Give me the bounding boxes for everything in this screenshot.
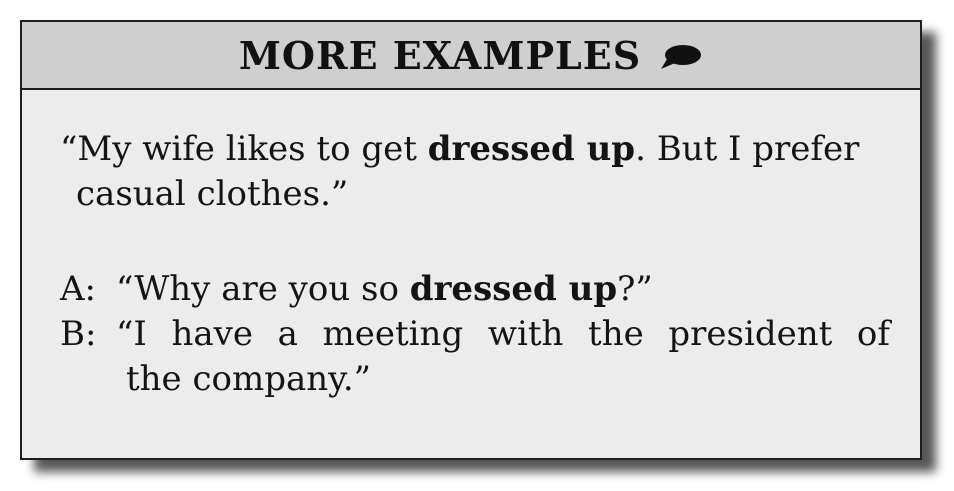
speaker-a-text-before: “Why are you so	[116, 269, 410, 309]
card-title: MORE EXAMPLES	[238, 32, 642, 78]
example-sentence: “My wife likes to get dressed up. But I …	[60, 127, 890, 217]
dialog-line-a: A: “Why are you so dressed up?”	[60, 267, 890, 312]
card-header: MORE EXAMPLES	[22, 22, 920, 90]
example-highlight: dressed up	[427, 129, 636, 169]
page: MORE EXAMPLES “My wife likes to get dres…	[0, 0, 954, 491]
speaker-a-text: “Why are you so dressed up?”	[116, 267, 890, 312]
example-line-1: “My wife likes to get dressed up. But I …	[60, 127, 890, 172]
speaker-a-highlight: dressed up	[409, 269, 618, 309]
speaker-a-text-after: ?”	[617, 269, 653, 309]
example-text-after: . But I prefer	[635, 129, 860, 169]
speaker-b-continuation: the company.”	[126, 359, 372, 399]
speech-bubble-icon	[659, 44, 703, 70]
example-text-before: “My wife likes to get	[60, 129, 428, 169]
dialog-example: A: “Why are you so dressed up?” B: “I ha…	[60, 267, 890, 402]
speaker-b-label: B:	[60, 314, 97, 354]
more-examples-card: MORE EXAMPLES “My wife likes to get dres…	[20, 20, 922, 460]
speaker-b-text: “I have a meeting with the president of	[116, 314, 890, 354]
example-line-2: casual clothes.”	[76, 174, 349, 214]
speaker-a-label: A:	[60, 269, 97, 309]
dialog-line-b: B: “I have a meeting with the president …	[60, 312, 890, 357]
